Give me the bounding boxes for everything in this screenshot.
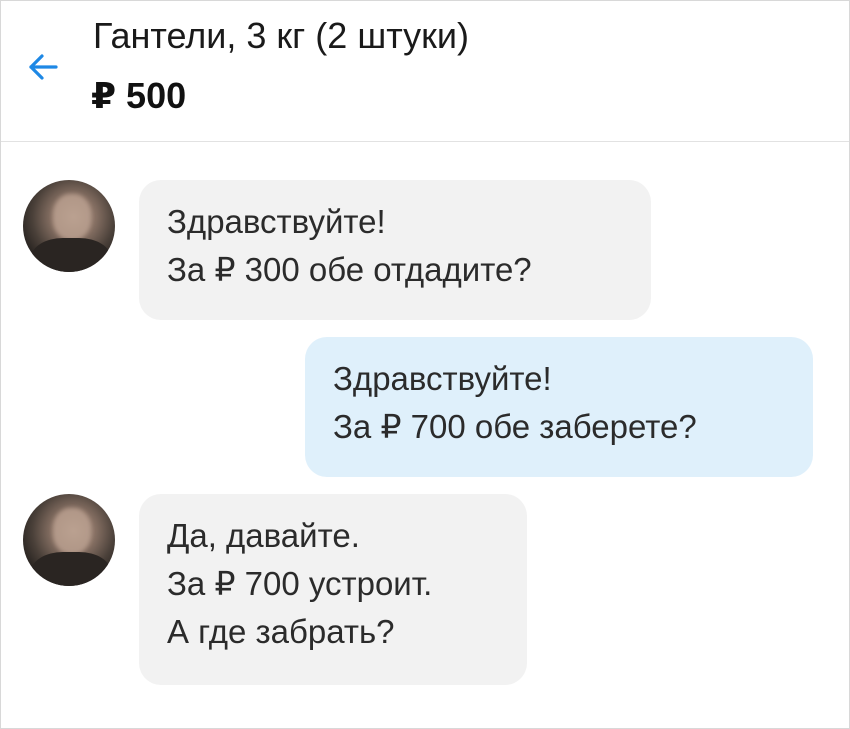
chat-header: Гантели, 3 кг (2 штуки) ₽ 500 (1, 1, 849, 142)
avatar-face (53, 194, 91, 240)
message-text-line: Да, давайте. (167, 517, 360, 554)
arrow-left-icon (29, 54, 58, 80)
avatar-body (31, 238, 111, 272)
avatar[interactable] (23, 494, 115, 586)
incoming-message-bubble[interactable]: Да, давайте. За ₽ 700 устроит. А где заб… (139, 494, 527, 685)
avatar-body (31, 552, 111, 586)
incoming-message-bubble[interactable]: Здравствуйте! За ₽ 300 обе отдадите? (139, 180, 651, 320)
back-button[interactable] (23, 47, 63, 87)
listing-price: ₽ 500 (91, 75, 187, 116)
message-text-line: За ₽ 700 обе заберете? (333, 408, 697, 445)
avatar[interactable] (23, 180, 115, 272)
avatar-face (53, 508, 91, 554)
message-text-line: За ₽ 300 обе отдадите? (167, 251, 532, 288)
listing-title[interactable]: Гантели, 3 кг (2 штуки) (93, 15, 469, 57)
chat-window: Гантели, 3 кг (2 штуки) ₽ 500 Здравствуй… (0, 0, 850, 729)
message-text-line: Здравствуйте! (333, 360, 552, 397)
message-list: Здравствуйте! За ₽ 300 обе отдадите? Здр… (1, 142, 849, 728)
outgoing-message-bubble[interactable]: Здравствуйте! За ₽ 700 обе заберете? (305, 337, 813, 477)
message-text-line: Здравствуйте! (167, 203, 386, 240)
message-text-line: За ₽ 700 устроит. (167, 565, 433, 602)
message-text-line: А где забрать? (167, 613, 395, 650)
